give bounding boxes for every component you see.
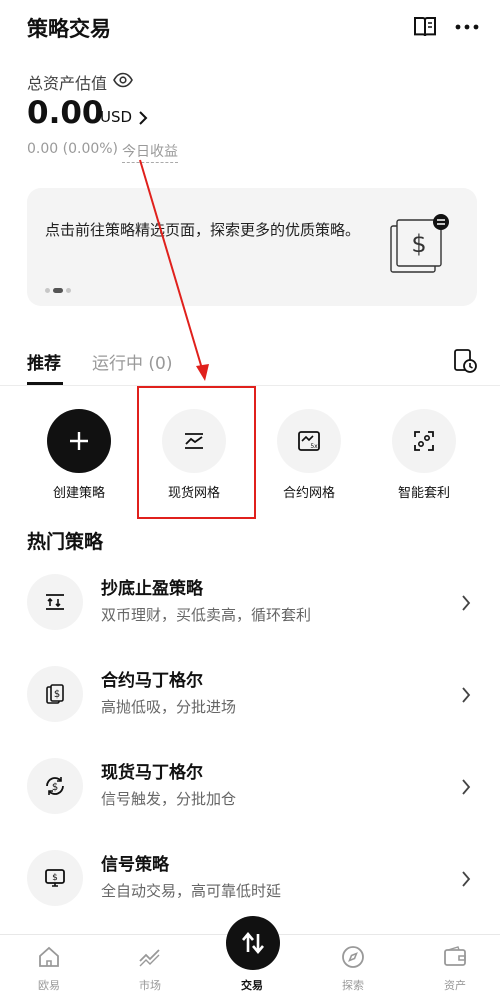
- svg-text:$: $: [54, 689, 60, 700]
- annotation-highlight-box: [137, 386, 256, 519]
- wallet-icon: [444, 946, 466, 966]
- nav-label: 交易: [241, 979, 263, 992]
- total-amount: 0.00: [27, 95, 104, 131]
- strategy-icon-bg: $: [27, 758, 83, 814]
- book-icon[interactable]: [413, 16, 437, 38]
- history-icon[interactable]: [452, 348, 478, 374]
- chevron-right-icon: [462, 687, 471, 703]
- futures-martingale-icon: $: [46, 684, 64, 704]
- chevron-right-icon: [462, 871, 471, 887]
- spot-martingale-icon: $: [46, 777, 64, 795]
- signal-icon: $: [45, 869, 65, 887]
- quick-action-futures-grid[interactable]: 5x 合约网格: [255, 409, 365, 509]
- list-item[interactable]: 抄底止盈策略 双币理财，买低卖高，循环套利: [0, 574, 500, 666]
- chevron-right-icon[interactable]: [137, 110, 149, 126]
- hot-strategies-title: 热门策略: [27, 531, 104, 553]
- strategy-tabs: 推荐 运行中 (0): [0, 340, 500, 386]
- carousel-dot-active: [53, 288, 63, 293]
- chevron-right-icon: [462, 595, 471, 611]
- page-title: 策略交易: [27, 17, 111, 41]
- chevron-right-icon: [462, 779, 471, 795]
- strategy-desc: 高抛低吸，分批进场: [101, 698, 237, 716]
- tab-running[interactable]: 运行中 (0): [92, 349, 172, 374]
- compass-icon: [342, 946, 364, 968]
- svg-text:5x: 5x: [310, 443, 318, 450]
- trade-button[interactable]: [226, 916, 280, 970]
- currency-selector[interactable]: USD: [100, 108, 132, 126]
- strategy-icon-bg: $: [27, 850, 83, 906]
- pnl-value: 0.00 (0.00%): [27, 141, 119, 157]
- quick-action-label: 合约网格: [282, 486, 335, 501]
- carousel-dot: [66, 288, 71, 293]
- nav-assets[interactable]: 资产: [420, 943, 490, 995]
- nav-market[interactable]: 市场: [115, 943, 185, 995]
- nav-label: 市场: [139, 979, 161, 992]
- tab-recommended[interactable]: 推荐: [27, 349, 61, 374]
- quick-action-label: 创建策略: [52, 486, 105, 501]
- buy-low-icon: [46, 594, 64, 610]
- dollar-card-icon: $: [390, 214, 449, 273]
- carousel-dots: [45, 288, 85, 294]
- strategy-icon-bg: $: [27, 666, 83, 722]
- nav-explore[interactable]: 探索: [318, 943, 388, 995]
- strategy-name: 抄底止盈策略: [101, 579, 203, 599]
- home-icon: [39, 946, 59, 967]
- svg-text:$: $: [411, 230, 426, 258]
- header: 策略交易: [0, 0, 500, 56]
- svg-text:$: $: [52, 782, 58, 793]
- quick-action-label: 智能套利: [397, 486, 450, 501]
- strategy-desc: 信号触发，分批加仓: [101, 790, 237, 808]
- more-icon[interactable]: [455, 18, 479, 36]
- trade-icon: [242, 931, 264, 955]
- svg-text:$: $: [52, 873, 58, 883]
- plus-icon: [70, 432, 88, 450]
- total-assets-label: 总资产估值: [27, 74, 108, 93]
- futures-grid-icon: 5x: [298, 431, 320, 451]
- strategy-icon-bg: [27, 574, 83, 630]
- nav-label: 探索: [342, 979, 364, 992]
- strategy-desc: 全自动交易，高可靠低时延: [101, 882, 282, 900]
- strategy-name: 信号策略: [101, 855, 169, 875]
- list-item[interactable]: $ 现货马丁格尔 信号触发，分批加仓: [0, 758, 500, 850]
- arbitrage-button[interactable]: [392, 409, 456, 473]
- nav-label: 资产: [444, 979, 466, 992]
- list-item[interactable]: $ 合约马丁格尔 高抛低吸，分批进场: [0, 666, 500, 758]
- quick-action-create[interactable]: 创建策略: [25, 409, 135, 509]
- banner-text: 点击前往策略精选页面，探索更多的优质策略。: [45, 221, 361, 239]
- today-pnl-label[interactable]: 今日收益: [122, 141, 178, 163]
- arbitrage-icon: [414, 431, 434, 451]
- active-tab-indicator: [27, 382, 63, 385]
- create-strategy-button[interactable]: [47, 409, 111, 473]
- market-icon: [139, 949, 160, 967]
- strategy-desc: 双币理财，买低卖高，循环套利: [101, 606, 312, 624]
- futures-grid-button[interactable]: 5x: [277, 409, 341, 473]
- nav-home[interactable]: 欧易: [14, 943, 84, 995]
- strategy-banner[interactable]: 点击前往策略精选页面，探索更多的优质策略。 $: [27, 188, 477, 306]
- nav-label: 欧易: [38, 979, 60, 992]
- strategy-name: 现货马丁格尔: [101, 763, 203, 783]
- eye-icon[interactable]: [113, 71, 133, 89]
- strategy-name: 合约马丁格尔: [101, 671, 203, 691]
- carousel-dot: [45, 288, 50, 293]
- quick-action-arbitrage[interactable]: 智能套利: [370, 409, 480, 509]
